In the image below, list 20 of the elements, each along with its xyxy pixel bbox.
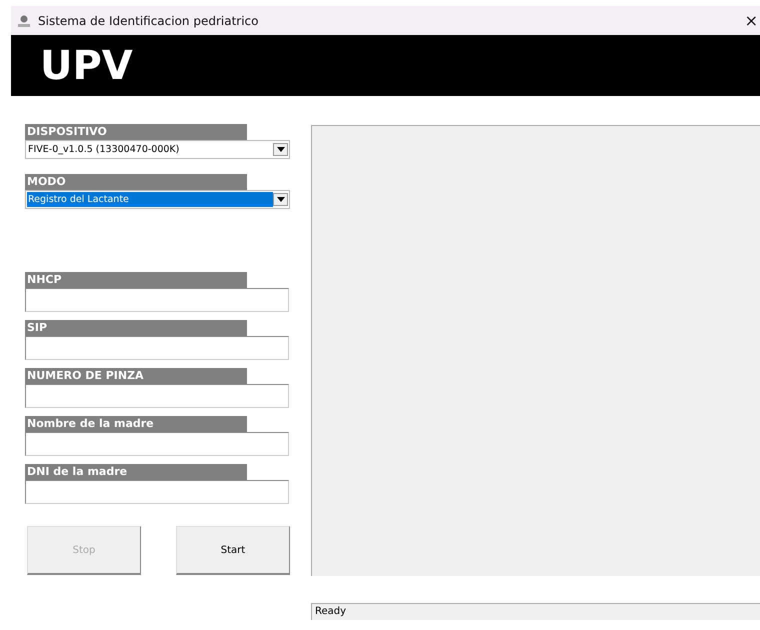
field-label: Nombre de la madre	[25, 416, 247, 432]
dropdown[interactable]: FIVE-0_v1.0.5 (13300470-000K)	[25, 140, 290, 159]
field-label: NHCP	[25, 272, 247, 288]
field-label: SIP	[25, 320, 247, 336]
window-title: Sistema de Identificacion pedriatrico	[38, 14, 260, 28]
input-field[interactable]	[25, 432, 289, 456]
input-field[interactable]	[25, 480, 289, 504]
field-label: DNI de la madre	[25, 464, 247, 480]
input-field[interactable]	[25, 288, 289, 312]
close-button[interactable]: ×	[742, 11, 760, 30]
action-button[interactable]: Start	[176, 526, 290, 575]
dropdown[interactable]: Registro del Lactante	[25, 190, 290, 209]
status-bar: Ready	[311, 603, 760, 620]
logo-text: UPV	[40, 42, 133, 88]
input-field[interactable]	[25, 336, 289, 360]
field-label: NUMERO DE PINZA	[25, 368, 247, 384]
field-label: MODO	[25, 174, 247, 190]
app-icon	[17, 14, 31, 28]
input-field[interactable]	[25, 384, 289, 408]
field-label: DISPOSITIVO	[25, 124, 247, 140]
